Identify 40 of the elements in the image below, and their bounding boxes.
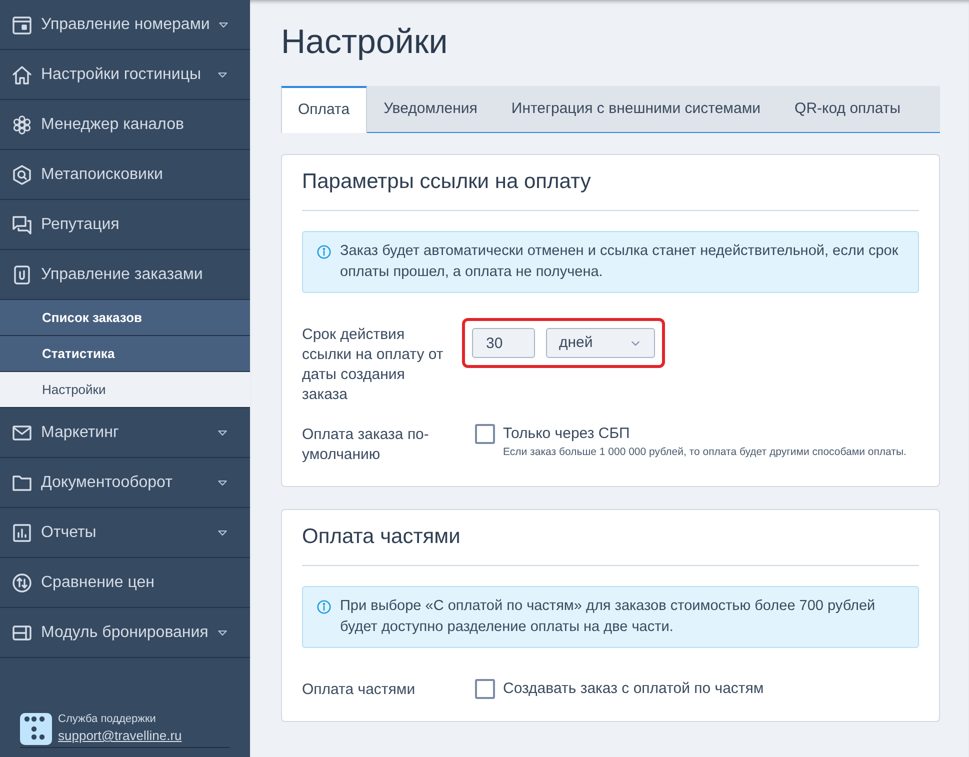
checkbox-label[interactable]: Создавать заказ с оплатой по частям: [503, 679, 764, 699]
tab[interactable]: Оплата: [281, 86, 367, 133]
checkbox[interactable]: [475, 679, 495, 699]
info-text: При выборе «С оплатой по частям» для заказов стоимостью более 700 рублей будет доступно разделение оплаты на две части.: [340, 597, 876, 637]
info-icon: [317, 245, 331, 259]
tab[interactable]: Интеграция с внешними системами: [494, 86, 778, 132]
field-label: Оплата частями: [302, 680, 416, 700]
support-logo-icon: [20, 712, 52, 744]
info-text: Заказ будет автоматически отменен и ссылка станет недействительной, если срок оплаты прошел, а оплата не получена.: [340, 242, 900, 282]
checkbox[interactable]: [475, 424, 495, 444]
hexagon-search-icon: [12, 164, 32, 184]
submenu-item[interactable]: Настройки: [0, 372, 250, 408]
field-label: Срок действия ссылки на оплату от даты создания заказа: [302, 325, 444, 405]
calendar-icon: [12, 14, 32, 34]
info-icon: [317, 600, 331, 614]
page-title: Настройки: [281, 22, 449, 62]
layout-panel-icon: [12, 622, 32, 642]
paperclip-document-icon: [12, 264, 32, 284]
arrows-circle-icon: [12, 572, 32, 592]
folder-icon: [12, 472, 32, 492]
envelope-icon: [12, 422, 32, 442]
card-title: Оплата частями: [302, 524, 462, 550]
tab[interactable]: QR-код оплаты: [778, 86, 918, 132]
unit-select[interactable]: дней: [546, 328, 655, 358]
field-label: Оплата заказа по-умолчанию: [302, 425, 430, 465]
support-email-link[interactable]: support@travelline.ru: [58, 727, 182, 745]
card-title: Параметры ссылки на оплату: [302, 169, 592, 195]
chat-bubbles-icon: [12, 214, 32, 234]
submenu-item[interactable]: Список заказов: [0, 300, 250, 336]
chevron-down-icon: [631, 340, 640, 346]
submenu-item[interactable]: Статистика: [0, 336, 250, 372]
circles-cluster-icon: [12, 114, 32, 134]
support-title: Служба поддержки: [58, 712, 157, 727]
checkbox-label[interactable]: Только через СБП: [503, 424, 906, 444]
house-icon: [12, 64, 32, 84]
bar-chart-icon: [12, 522, 32, 542]
number-input[interactable]: 30: [472, 328, 535, 358]
hint-text: Если заказ больше 1 000 000 рублей, то оплата будет другими способами оплаты.: [503, 445, 906, 460]
sidebar-item[interactable]: Управление номерами: [0, 0, 250, 50]
tab[interactable]: Уведомления: [366, 86, 494, 132]
